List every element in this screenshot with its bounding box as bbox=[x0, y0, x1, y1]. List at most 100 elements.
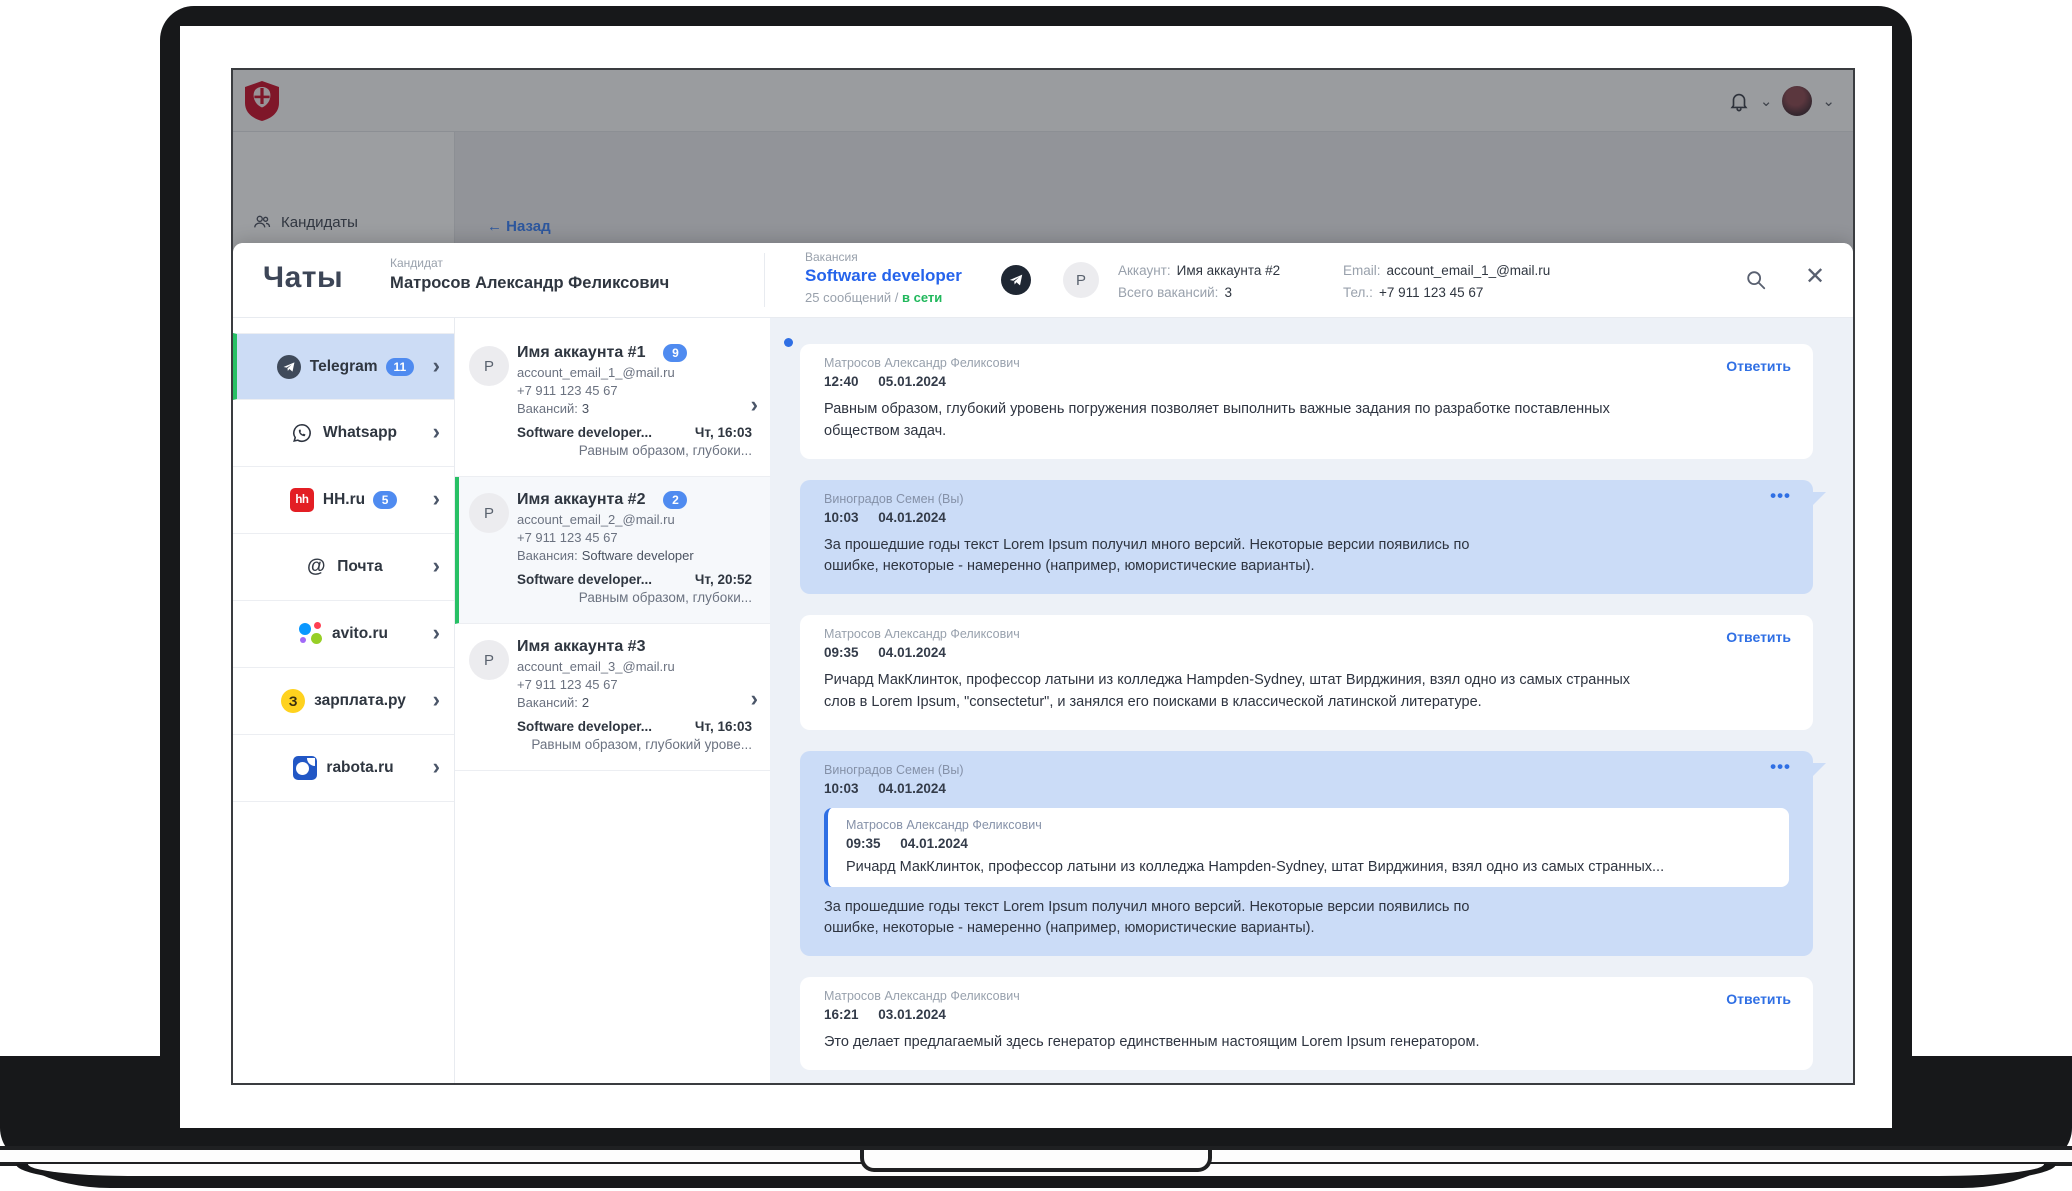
message-author: Виноградов Семен (Вы) bbox=[824, 492, 1789, 506]
quote-text: Ричард МакКлинток, профессор латыни из к… bbox=[846, 859, 1771, 875]
close-icon[interactable]: ✕ bbox=[1805, 265, 1825, 289]
account-avatar: P bbox=[1063, 262, 1099, 298]
candidate-block: Кандидат Матросов Александр Феликсович bbox=[390, 256, 669, 293]
avatar: P bbox=[469, 640, 509, 680]
account-vacancies: Вакансий:3 bbox=[517, 401, 752, 416]
meta-value: 2 bbox=[582, 695, 589, 710]
account-vacancies: Вакансий: 2 bbox=[517, 695, 752, 710]
reply-link[interactable]: Ответить bbox=[1726, 991, 1791, 1007]
channel-label: HH.ru bbox=[323, 491, 365, 509]
email-row: Email: account_email_1_@mail.ru bbox=[1343, 260, 1550, 282]
channel-label: Whatsapp bbox=[323, 424, 397, 442]
channel-whatsapp[interactable]: Whatsapp › bbox=[233, 400, 454, 467]
avito-icon bbox=[299, 622, 323, 646]
message-incoming: Матросов Александр Феликсович 12:40 05.0… bbox=[800, 344, 1813, 459]
account-item-1[interactable]: P Имя аккаунта #1 9 account_email_1_@mai… bbox=[455, 330, 770, 477]
ellipsis-menu-icon[interactable]: ••• bbox=[1770, 757, 1791, 777]
account-item-2[interactable]: P Имя аккаунта #2 2 account_email_2_@mai… bbox=[455, 477, 770, 624]
messages-count: 25 сообщений bbox=[805, 290, 891, 305]
chevron-right-icon: › bbox=[433, 355, 440, 377]
message-text: За прошедшие годы текст Lorem Ipsum полу… bbox=[824, 535, 1524, 579]
message-time-row: 09:35 04.01.2024 bbox=[824, 645, 1789, 660]
account-email: account_email_2_@mail.ru bbox=[517, 512, 752, 527]
channel-label: avito.ru bbox=[332, 625, 388, 643]
account-label: Аккаунт: bbox=[1118, 263, 1171, 278]
account-email: account_email_3_@mail.ru bbox=[517, 659, 752, 674]
unread-dot bbox=[784, 338, 793, 347]
message-date: 04.01.2024 bbox=[878, 510, 946, 525]
modal-header: Чаты Кандидат Матросов Александр Феликсо… bbox=[233, 243, 1853, 318]
channel-rabota[interactable]: rabota.ru › bbox=[233, 735, 454, 802]
telegram-icon bbox=[277, 355, 301, 379]
quote-date: 04.01.2024 bbox=[900, 836, 968, 851]
vacancy-meta: 25 сообщений / в сети bbox=[805, 290, 962, 305]
message-outgoing-with-quote: Виноградов Семен (Вы) 10:03 04.01.2024 •… bbox=[800, 751, 1813, 957]
laptop-notch bbox=[860, 1150, 1212, 1172]
message-time-row: 16:21 03.01.2024 bbox=[824, 1007, 1789, 1022]
channel-telegram[interactable]: Telegram 11 › bbox=[233, 333, 454, 400]
channel-avito[interactable]: avito.ru › bbox=[233, 601, 454, 668]
vacancy-name[interactable]: Software developer bbox=[805, 266, 962, 286]
phone-value: +7 911 123 45 67 bbox=[1379, 285, 1483, 300]
message-time: 10:03 bbox=[824, 510, 859, 525]
channel-hh[interactable]: hh HH.ru 5 › bbox=[233, 467, 454, 534]
quote-time-row: 09:35 04.01.2024 bbox=[846, 836, 1771, 851]
message-time-row: 12:40 05.01.2024 bbox=[824, 374, 1789, 389]
preview-text: Равным образом, глубокий урове... bbox=[517, 737, 752, 752]
app-window: ⌄ ⌄ Кандидаты bbox=[233, 70, 1853, 1083]
unread-badge: 2 bbox=[663, 491, 687, 509]
modal-title: Чаты bbox=[263, 261, 343, 295]
account-item-3[interactable]: P Имя аккаунта #3 account_email_3_@mail.… bbox=[455, 624, 770, 771]
laptop-screen: ⌄ ⌄ Кандидаты bbox=[180, 26, 1892, 1128]
reply-link[interactable]: Ответить bbox=[1726, 629, 1791, 645]
search-icon[interactable] bbox=[1745, 269, 1767, 291]
meta-value: Software developer bbox=[582, 548, 694, 563]
hh-icon: hh bbox=[290, 488, 314, 512]
preview-title: Software developer... bbox=[517, 425, 652, 440]
message-author: Матросов Александр Феликсович bbox=[824, 627, 1789, 641]
ellipsis-menu-icon[interactable]: ••• bbox=[1770, 486, 1791, 506]
bubble-tail bbox=[1812, 492, 1826, 506]
account-name: Имя аккаунта #3 bbox=[517, 638, 645, 656]
message-author: Матросов Александр Феликсович bbox=[824, 989, 1789, 1003]
message-date: 05.01.2024 bbox=[878, 374, 946, 389]
channel-zarplata[interactable]: З зарплата.ру › bbox=[233, 668, 454, 735]
vacancy-block: Вакансия Software developer 25 сообщений… bbox=[805, 250, 962, 305]
preview-time: Чт, 16:03 bbox=[695, 719, 752, 734]
channels-list: Telegram 11 › bbox=[233, 318, 455, 1083]
message-incoming: Матросов Александр Феликсович 09:35 04.0… bbox=[800, 615, 1813, 730]
message-time-row: 10:03 04.01.2024 bbox=[824, 781, 1789, 796]
preview-text: Равным образом, глубоки... bbox=[517, 443, 752, 458]
channel-mail[interactable]: @ Почта › bbox=[233, 534, 454, 601]
message-text: Ричард МакКлинток, профессор латыни из к… bbox=[824, 670, 1654, 714]
quoted-message[interactable]: Матросов Александр Феликсович 09:35 04.0… bbox=[824, 808, 1789, 887]
chevron-right-icon: › bbox=[751, 394, 758, 416]
account-phone: +7 911 123 45 67 bbox=[517, 677, 752, 692]
account-name: Имя аккаунта #1 bbox=[517, 344, 645, 362]
message-date: 04.01.2024 bbox=[878, 645, 946, 660]
unread-badge: 11 bbox=[386, 358, 415, 376]
reply-link[interactable]: Ответить bbox=[1726, 358, 1791, 374]
email-label: Email: bbox=[1343, 263, 1381, 278]
contact-info: Email: account_email_1_@mail.ru Тел.: +7 9… bbox=[1343, 260, 1550, 305]
whatsapp-icon bbox=[290, 421, 314, 445]
email-value: account_email_1_@mail.ru bbox=[1387, 263, 1551, 278]
message-outgoing: Виноградов Семен (Вы) 10:03 04.01.2024 •… bbox=[800, 480, 1813, 595]
avatar: P bbox=[469, 493, 509, 533]
quote-time: 09:35 bbox=[846, 836, 881, 851]
phone-label: Тел.: bbox=[1343, 285, 1373, 300]
preview-time: Чт, 16:03 bbox=[695, 425, 752, 440]
bubble-tail bbox=[1812, 763, 1826, 777]
account-phone: +7 911 123 45 67 bbox=[517, 530, 752, 545]
message-date: 03.01.2024 bbox=[878, 1007, 946, 1022]
channel-label: зарплата.ру bbox=[314, 692, 406, 710]
message-date: 04.01.2024 bbox=[878, 781, 946, 796]
preview-text: Равным образом, глубоки... bbox=[517, 590, 752, 605]
chevron-right-icon: › bbox=[433, 488, 440, 510]
candidate-name: Матросов Александр Феликсович bbox=[390, 274, 669, 293]
account-phone: +7 911 123 45 67 bbox=[517, 383, 752, 398]
meta-label: Вакансия: bbox=[517, 548, 578, 563]
unread-badge: 5 bbox=[373, 491, 397, 509]
meta-label: Вакансий: bbox=[517, 695, 578, 710]
message-time: 09:35 bbox=[824, 645, 859, 660]
